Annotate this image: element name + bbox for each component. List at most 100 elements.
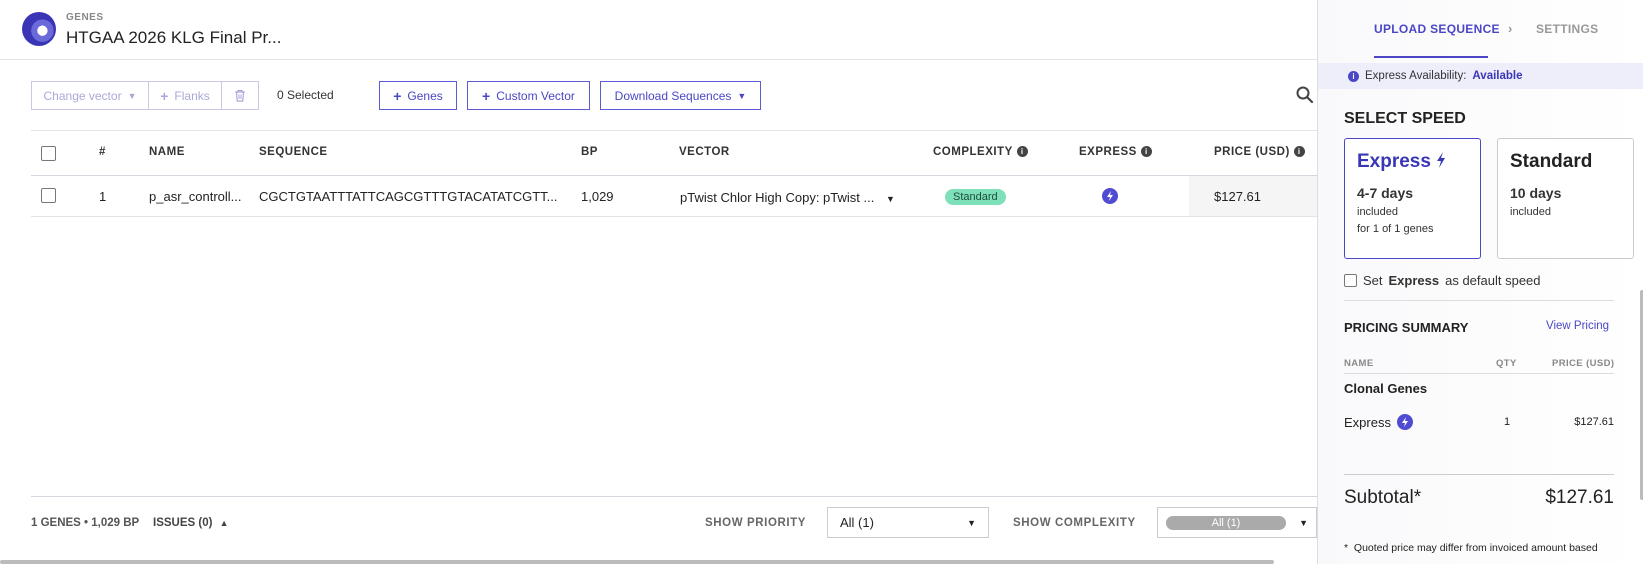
horizontal-scrollbar[interactable]: [0, 560, 1274, 564]
express-speed-card[interactable]: Express 4-7 days included for 1 of 1 gen…: [1344, 138, 1481, 259]
divider: [1344, 474, 1614, 475]
custom-vector-button[interactable]: + Custom Vector: [467, 81, 590, 110]
caret-down-icon: ▼: [1299, 517, 1308, 528]
selected-count: 0 Selected: [277, 88, 334, 102]
asterisk: *: [1344, 542, 1354, 554]
line-item-name: Express: [1344, 414, 1391, 430]
flanks-label: Flanks: [174, 88, 210, 103]
line-item-qty: 1: [1504, 416, 1511, 428]
trash-icon: [235, 89, 245, 102]
select-speed-heading: SELECT SPEED: [1344, 110, 1466, 127]
plus-icon: +: [160, 87, 169, 104]
issues-label: ISSUES (0): [153, 517, 213, 529]
col-name[interactable]: NAME: [149, 146, 185, 158]
info-icon[interactable]: i: [1293, 146, 1305, 157]
express-indicator: [1102, 188, 1118, 204]
express-card-title: Express: [1357, 151, 1468, 173]
col-price: PRICE (USD) i: [1214, 146, 1305, 158]
col-sequence: SEQUENCE: [259, 146, 328, 158]
priority-select[interactable]: All (1) ▼: [827, 507, 989, 538]
priority-value: All (1): [840, 515, 874, 530]
row-sequence: CGCTGTAATTTATTCAGCGTTTGTACATATCGTT...: [259, 189, 558, 204]
default-speed-option[interactable]: Set Express as default speed: [1344, 273, 1541, 288]
show-priority-label: SHOW PRIORITY: [705, 517, 807, 529]
table-row[interactable]: 1 p_asr_controll... CGCTGTAATTTATTCAGCGT…: [31, 176, 1317, 217]
standard-name: Standard: [1510, 151, 1593, 172]
caret-down-icon: ▼: [737, 90, 747, 101]
table-footer: 1 GENES • 1,029 BP ISSUES (0) ▲ SHOW PRI…: [31, 496, 1317, 546]
col-vector: VECTOR: [679, 146, 730, 158]
availability-label: Express Availability:: [1365, 70, 1467, 82]
availability-value: Available: [1472, 70, 1523, 82]
caret-up-icon: ▲: [219, 518, 229, 528]
pricing-summary-heading: PRICING SUMMARY: [1344, 320, 1469, 335]
express-note: for 1 of 1 genes: [1357, 223, 1434, 235]
express-name: Express: [1357, 151, 1431, 172]
default-speed-checkbox[interactable]: [1344, 274, 1357, 287]
standard-days: 10 days: [1510, 185, 1562, 201]
show-complexity-label: SHOW COMPLEXITY: [1013, 517, 1136, 529]
caret-down-icon: ▼: [967, 517, 976, 528]
default-prefix: Set: [1363, 273, 1383, 288]
row-num: 1: [99, 189, 107, 204]
pricing-col-qty: QTY: [1496, 358, 1517, 369]
info-icon[interactable]: i: [1016, 146, 1028, 157]
express-availability-banner: i Express Availability: Available: [1318, 63, 1643, 89]
section-kicker: GENES: [66, 12, 104, 23]
search-icon[interactable]: [1295, 85, 1315, 105]
project-title[interactable]: HTGAA 2026 KLG Final Pr...: [66, 28, 281, 48]
complexity-value: All (1): [1166, 515, 1286, 530]
disclaimer-text: Quoted price may differ from invoiced am…: [1353, 542, 1598, 554]
custom-vector-label: Custom Vector: [496, 88, 575, 103]
add-genes-button[interactable]: + Genes: [379, 81, 457, 110]
col-complexity-label: COMPLEXITY: [933, 146, 1013, 158]
col-express: EXPRESS i: [1079, 146, 1152, 158]
app-logo[interactable]: [22, 12, 56, 46]
pricing-col-name: NAME: [1344, 358, 1374, 369]
price-disclaimer: * Quoted price may differ from invoiced …: [1344, 542, 1614, 554]
pricing-line-item: Express: [1344, 414, 1413, 430]
default-suffix: as default speed: [1445, 273, 1541, 288]
express-bolt-icon: [1396, 414, 1413, 430]
col-complexity: COMPLEXITY i: [933, 146, 1028, 158]
standard-speed-card[interactable]: Standard 10 days included: [1497, 138, 1634, 259]
download-label: Download Sequences: [614, 88, 732, 103]
col-express-label: EXPRESS: [1079, 146, 1137, 158]
change-vector-label: Change vector: [43, 88, 122, 103]
delete-button[interactable]: [221, 81, 259, 110]
info-icon[interactable]: i: [1140, 146, 1152, 157]
express-days: 4-7 days: [1357, 185, 1414, 201]
pricing-group-title: Clonal Genes: [1344, 381, 1428, 396]
subtotal-value: $127.61: [1545, 487, 1614, 508]
col-price-label: PRICE (USD): [1214, 146, 1290, 158]
select-all-checkbox[interactable]: [41, 146, 56, 161]
caret-down-icon: ▼: [885, 194, 895, 204]
genes-label: Genes: [407, 88, 443, 103]
change-vector-button[interactable]: Change vector ▼: [31, 81, 149, 110]
view-pricing-link[interactable]: View Pricing: [1546, 320, 1609, 332]
download-sequences-button[interactable]: Download Sequences ▼: [600, 81, 761, 110]
flanks-button[interactable]: + Flanks: [148, 81, 222, 110]
express-included: included: [1357, 206, 1398, 218]
pricing-col-price: PRICE (USD): [1552, 358, 1615, 369]
row-bp: 1,029: [581, 189, 614, 204]
vector-select[interactable]: pTwist Chlor High Copy: pTwist ... ▼: [680, 190, 895, 205]
col-bp[interactable]: BP: [581, 146, 598, 158]
divider: [1344, 300, 1614, 301]
active-tab-indicator: [1374, 56, 1488, 58]
row-checkbox[interactable]: [41, 188, 56, 203]
standard-included: included: [1510, 206, 1551, 218]
express-bolt-icon: [1102, 188, 1118, 204]
lightning-icon: [1437, 152, 1446, 168]
complexity-badge: Standard: [945, 189, 1006, 205]
tab-settings[interactable]: SETTINGS: [1536, 22, 1598, 36]
issues-toggle[interactable]: ISSUES (0) ▲: [153, 517, 229, 529]
genes-summary: 1 GENES • 1,029 BP: [31, 517, 140, 529]
complexity-select[interactable]: All (1) ▼: [1157, 507, 1317, 538]
row-name[interactable]: p_asr_controll...: [149, 189, 242, 204]
tab-upload-sequence[interactable]: UPLOAD SEQUENCE: [1374, 22, 1500, 36]
row-price: $127.61: [1214, 189, 1261, 204]
divider: [1344, 373, 1614, 374]
table-header: # NAME SEQUENCE BP VECTOR COMPLEXITY i EX…: [31, 130, 1317, 176]
plus-icon: +: [482, 87, 491, 104]
